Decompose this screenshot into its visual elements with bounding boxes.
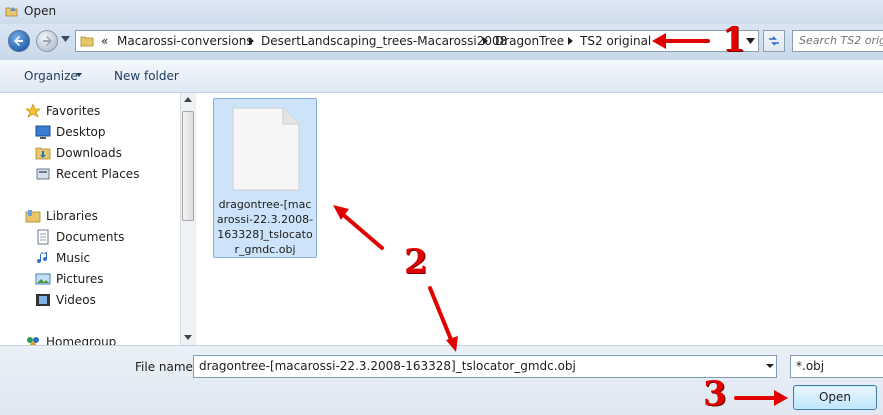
arrowhead-3 [774,390,788,406]
arrowhead-2b [446,336,458,352]
annotation-number-2: 2 [404,242,428,282]
annotation-arrows [333,33,788,406]
arrow-2b [428,286,454,344]
annotation-number-1: 1 [722,20,746,60]
annotation-number-3: 3 [703,374,727,414]
arrowhead-1 [652,33,666,49]
arrow-2a [338,210,384,250]
